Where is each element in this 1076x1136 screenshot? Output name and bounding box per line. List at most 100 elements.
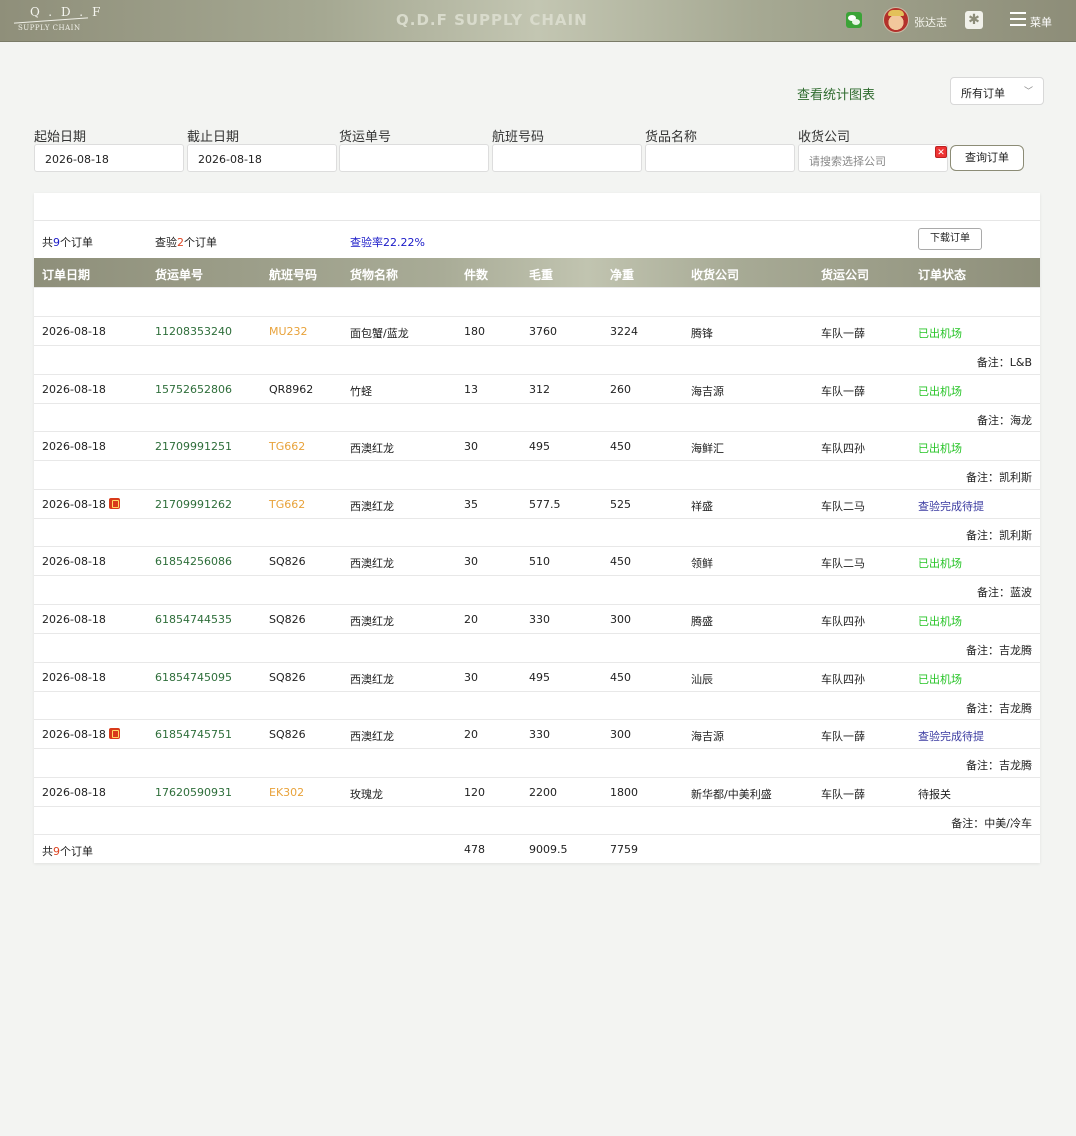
- carrier-text: 车队一薛: [821, 787, 865, 801]
- flight-number[interactable]: SQ826: [269, 555, 306, 568]
- flight-number[interactable]: SQ826: [269, 613, 306, 626]
- flight-number[interactable]: SQ826: [269, 671, 306, 684]
- waybill-number-text: 11208353240: [155, 325, 232, 338]
- order-status-text: 已出机场: [918, 442, 962, 456]
- stats-chart-link[interactable]: 查看统计图表: [797, 84, 875, 103]
- start-date-input[interactable]: 2026-08-18: [34, 144, 184, 172]
- col-header[interactable]: 订单状态: [918, 266, 966, 283]
- flight-number[interactable]: TG662: [269, 440, 305, 453]
- net-weight: 450: [610, 440, 631, 453]
- col-header[interactable]: 货运单号: [155, 266, 203, 283]
- table-row[interactable]: 2026-08-18 61854745751 SQ826 西澳红龙 20 330 300 海吉…: [34, 719, 1040, 748]
- clear-icon[interactable]: ✕: [935, 146, 947, 158]
- logo[interactable]: Q.D.F SUPPLY CHAIN: [14, 5, 100, 35]
- order-note: 备注：吉龙腾: [966, 701, 1032, 715]
- carrier: 车队二马: [821, 498, 865, 514]
- flight-number-text: TG662: [269, 440, 306, 454]
- table-row[interactable]: 2026-08-18 61854744535 SQ826 西澳红龙 20 330 300 腾盛…: [34, 604, 1040, 633]
- table-spacer-row: [34, 287, 1040, 316]
- consignee: 海吉源: [691, 728, 724, 744]
- order-date: 2026-08-18: [42, 728, 120, 741]
- waybill-number[interactable]: 61854745095: [155, 671, 232, 684]
- flight-number[interactable]: EK302: [269, 786, 304, 799]
- carrier: 车队二马: [821, 555, 865, 571]
- net-weight: 525: [610, 498, 631, 511]
- order-filter-select[interactable]: 所有订单 ﹀: [950, 77, 1044, 105]
- net-weight: 3224: [610, 325, 638, 338]
- col-header[interactable]: 收货公司: [691, 266, 739, 283]
- company-field: 收货公司 请搜索选择公司: [798, 126, 948, 172]
- order-date-text: 2026-08-18: [42, 785, 106, 799]
- goods-name-text: 玫瑰龙: [350, 787, 383, 801]
- flight-number[interactable]: SQ826: [269, 728, 306, 741]
- order-filter-value: 所有订单: [961, 87, 1005, 100]
- flight-number[interactable]: QR8962: [269, 383, 313, 396]
- table-row[interactable]: 2026-08-18 21709991262 TG662 西澳红龙 35 577.5 525…: [34, 488, 1040, 518]
- waybill-number[interactable]: 61854745751: [155, 728, 232, 741]
- totals-net: 7759: [610, 843, 638, 857]
- flight-number-text: SQ826: [269, 555, 306, 569]
- gross-weight: 2200: [529, 786, 557, 799]
- note-row: 备注：凯利斯: [34, 460, 1040, 489]
- note-row: 备注：吉龙腾: [34, 690, 1040, 720]
- col-header[interactable]: 毛重: [529, 266, 553, 283]
- goods-name-text: 竹蛏: [350, 384, 372, 398]
- col-header[interactable]: 净重: [610, 266, 634, 283]
- end-date-input[interactable]: 2026-08-18: [187, 144, 337, 172]
- waybill-number[interactable]: 21709991262: [155, 498, 232, 511]
- waybill-input[interactable]: [339, 144, 489, 172]
- goods-name: 西澳红龙: [350, 498, 394, 514]
- download-orders-button[interactable]: 下载订单: [918, 228, 982, 250]
- consignee-text: 海吉源: [691, 730, 724, 744]
- net-weight-text: 3224: [610, 325, 638, 338]
- waybill-number[interactable]: 17620590931: [155, 786, 232, 799]
- order-date-text: 2026-08-18: [42, 440, 106, 454]
- col-header[interactable]: 货物名称: [350, 266, 398, 283]
- settings-icon[interactable]: ✱: [965, 11, 983, 29]
- order-date: 2026-08-18: [42, 671, 106, 684]
- flight-input[interactable]: [492, 144, 642, 172]
- note-row: 备注：中美/冷车: [34, 805, 1040, 835]
- table-row[interactable]: 2026-08-18 61854745095 SQ826 西澳红龙 30 495 450 汕辰…: [34, 661, 1040, 691]
- table-row[interactable]: 2026-08-18 15752652806 QR8962 竹蛏 13 312 260 海吉源…: [34, 373, 1040, 403]
- table-row[interactable]: 2026-08-18 11208353240 MU232 面包蟹/蓝龙 180 3760 3…: [34, 316, 1040, 345]
- waybill-number[interactable]: 11208353240: [155, 325, 232, 338]
- col-header[interactable]: 货运公司: [821, 266, 869, 283]
- username[interactable]: 张达志: [914, 14, 947, 30]
- table-row[interactable]: 2026-08-18 17620590931 EK302 玫瑰龙 120 2200 1800…: [34, 776, 1040, 806]
- waybill-number[interactable]: 61854744535: [155, 613, 232, 626]
- consignee-text: 领鲜: [691, 557, 713, 571]
- col-header[interactable]: 订单日期: [42, 266, 90, 283]
- flight-number[interactable]: MU232: [269, 325, 308, 338]
- col-header[interactable]: 航班号码: [269, 266, 317, 283]
- consignee-text: 海吉源: [691, 384, 724, 398]
- waybill-number[interactable]: 61854256086: [155, 555, 232, 568]
- consignee-text: 腾盛: [691, 615, 713, 628]
- goods-name-text: 面包蟹/蓝龙: [350, 327, 409, 340]
- table-row[interactable]: 2026-08-18 61854256086 SQ826 西澳红龙 30 510 450 领鲜…: [34, 546, 1040, 575]
- wechat-icon[interactable]: [846, 12, 862, 28]
- waybill-number[interactable]: 15752652806: [155, 383, 232, 396]
- order-status: 已出机场: [918, 440, 962, 456]
- table-row[interactable]: 2026-08-18 21709991251 TG662 西澳红龙 30 495 450 海鲜…: [34, 431, 1040, 460]
- avatar[interactable]: [883, 7, 909, 33]
- waybill-number-text: 61854256086: [155, 555, 232, 569]
- waybill-number-text: 61854745751: [155, 728, 232, 742]
- consignee-text: 新华都/中美利盛: [691, 787, 772, 801]
- consignee-text: 腾锋: [691, 327, 713, 340]
- company-search-input[interactable]: 请搜索选择公司: [798, 144, 948, 172]
- flight-number[interactable]: TG662: [269, 498, 305, 511]
- col-header[interactable]: 件数: [464, 266, 488, 283]
- carrier-text: 车队二马: [821, 557, 865, 571]
- totals-pieces: 478: [464, 843, 485, 857]
- flight-number-text: EK302: [269, 785, 305, 799]
- waybill-number[interactable]: 21709991251: [155, 440, 232, 453]
- pieces-text: 180: [464, 325, 485, 338]
- gross-weight-text: 330: [529, 613, 550, 626]
- consignee-text: 汕辰: [691, 672, 713, 686]
- top-bar: Q.D.F SUPPLY CHAIN Q.D.F SUPPLY CHAIN 张达…: [0, 0, 1076, 42]
- query-orders-button[interactable]: 查询订单: [950, 145, 1024, 171]
- goods-label: 货品名称: [645, 130, 698, 145]
- totals-label: 共9个订单: [42, 843, 93, 859]
- goods-input[interactable]: [645, 144, 795, 172]
